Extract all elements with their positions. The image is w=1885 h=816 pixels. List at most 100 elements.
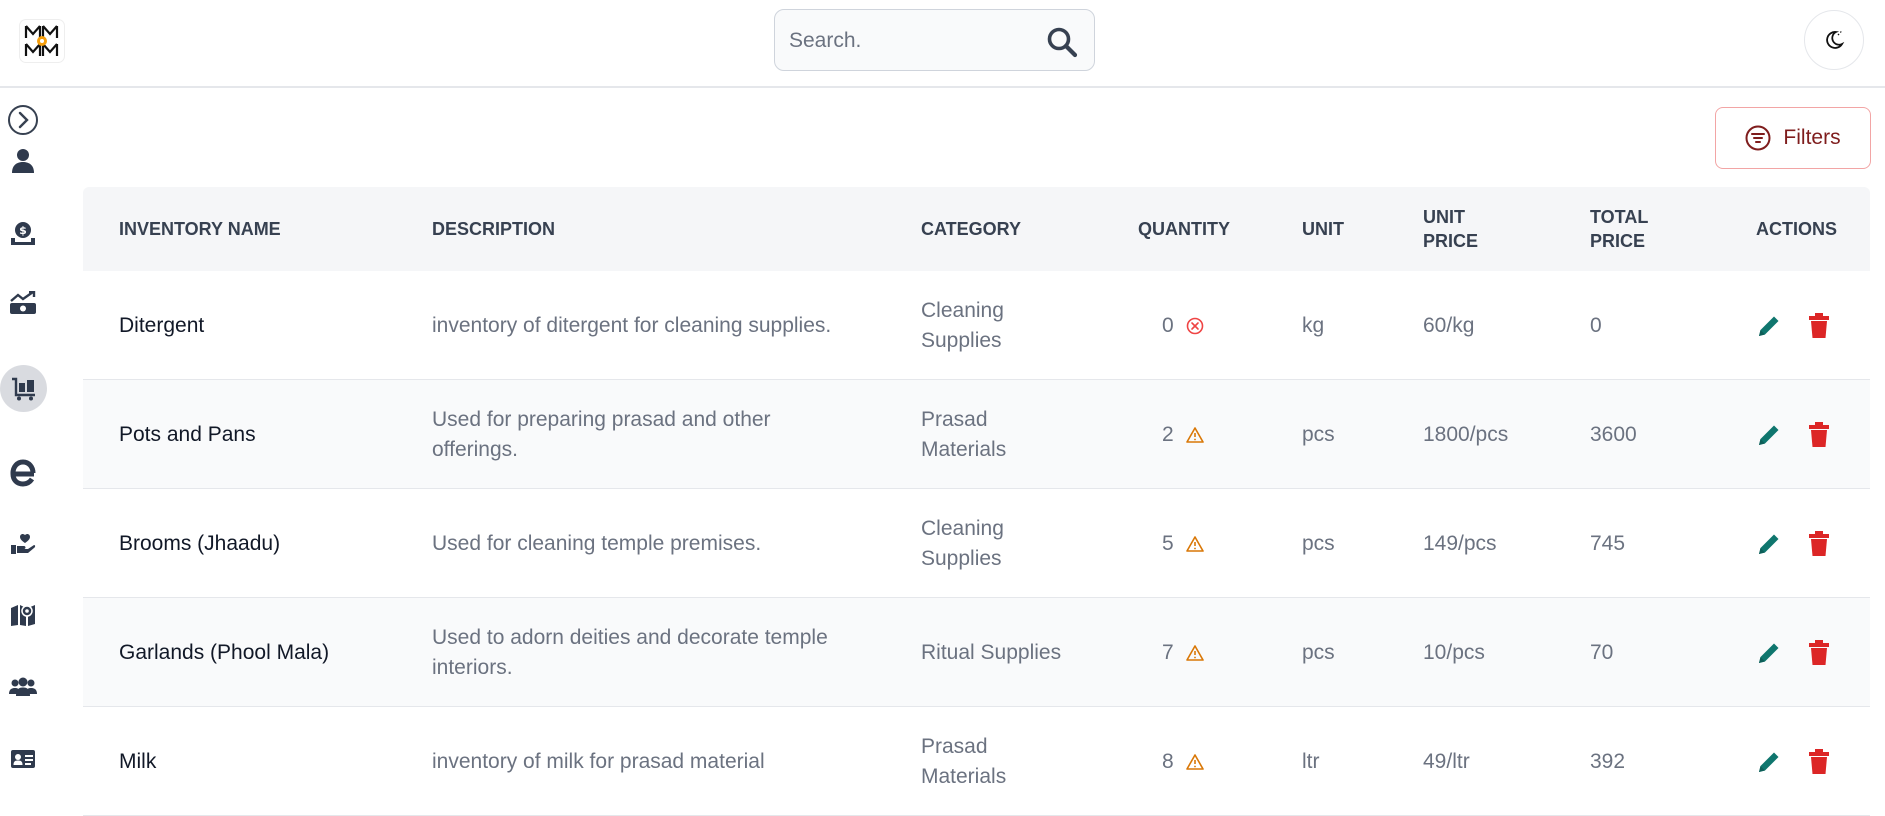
cell-unit: pcs (1302, 422, 1335, 446)
search-input[interactable] (789, 24, 1029, 58)
cell-description: inventory of ditergent for cleaning supp… (432, 271, 831, 380)
table-body: Ditergent inventory of ditergent for cle… (83, 271, 1870, 816)
sidebar-item-locations[interactable] (0, 592, 46, 638)
cell-quantity: 2 (1162, 380, 1204, 489)
low-stock-warning-icon (1185, 535, 1204, 552)
cell-category-line2: Materials (921, 764, 1007, 788)
quantity-value: 8 (1162, 749, 1174, 773)
low-stock-warning-icon (1185, 644, 1204, 661)
cell-total-price: 392 (1590, 749, 1626, 773)
delete-trash-icon[interactable] (1808, 530, 1830, 557)
header-total-price-line2: PRICE (1590, 231, 1646, 251)
cell-description: Used to adorn deities and decorate templ… (432, 598, 828, 707)
sidebar-item-finance[interactable] (0, 280, 46, 326)
header-category[interactable]: CATEGORY (921, 187, 1021, 271)
cell-description-line2: interiors. (432, 655, 513, 679)
quantity-value: 0 (1162, 313, 1174, 337)
cell-unit: ltr (1302, 749, 1320, 773)
cell-description-line1: Used to adorn deities and decorate templ… (432, 625, 828, 649)
cell-category: Prasad Materials (921, 707, 1006, 816)
delete-trash-icon[interactable] (1808, 421, 1830, 448)
header-quantity[interactable]: QUANTITY (1138, 187, 1230, 271)
hand-heart-icon (11, 533, 36, 554)
table-row: Brooms (Jhaadu) Used for cleaning temple… (83, 489, 1870, 598)
cell-description: inventory of milk for prasad material (432, 707, 765, 816)
table-row: Garlands (Phool Mala) Used to adorn deit… (83, 598, 1870, 707)
e-logo-icon (10, 459, 36, 487)
cell-name: Garlands (Phool Mala) (119, 640, 330, 664)
cell-unit: pcs (1302, 640, 1335, 664)
delete-trash-icon[interactable] (1808, 312, 1830, 339)
logo-icon (24, 25, 59, 56)
search-box (774, 9, 1095, 71)
edit-pencil-icon[interactable] (1756, 422, 1782, 448)
cell-unit: kg (1302, 313, 1325, 337)
top-bar (0, 0, 1885, 88)
sidebar-item-donations[interactable]: $ (0, 210, 46, 256)
cell-description: Used for preparing prasad and other offe… (432, 380, 771, 489)
cell-unit-price: 149/pcs (1423, 531, 1497, 555)
header-unit-price[interactable]: UNIT PRICE (1423, 187, 1478, 271)
header-inventory-name[interactable]: INVENTORY NAME (119, 187, 281, 271)
cell-name: Ditergent (119, 313, 205, 337)
moon-stars-icon (1826, 31, 1845, 49)
sidebar-item-members[interactable] (0, 664, 46, 710)
search-icon[interactable] (1046, 26, 1078, 58)
filters-button[interactable]: Filters (1715, 107, 1871, 169)
header-unit-price-line1: UNIT (1423, 207, 1465, 227)
cell-total-price: 3600 (1590, 422, 1637, 446)
cell-actions (1756, 707, 1830, 816)
svg-text:$: $ (19, 224, 27, 237)
filters-label: Filters (1783, 126, 1841, 149)
header-unit[interactable]: UNIT (1302, 187, 1344, 271)
delete-trash-icon[interactable] (1808, 639, 1830, 666)
table-row: Pots and Pans Used for preparing prasad … (83, 380, 1870, 489)
cell-category: Prasad Materials (921, 380, 1006, 489)
header-total-price-line1: TOTAL (1590, 207, 1649, 227)
theme-toggle-button[interactable] (1804, 10, 1864, 70)
cell-category-line1: Cleaning (921, 516, 1004, 540)
sidebar-item-users[interactable] (0, 138, 46, 184)
cell-name: Milk (119, 749, 157, 773)
cell-category-line2: Materials (921, 437, 1007, 461)
cell-category: Cleaning Supplies (921, 489, 1004, 598)
cell-unit-price: 49/ltr (1423, 749, 1470, 773)
cell-quantity: 0 (1162, 271, 1204, 380)
users-group-icon (9, 677, 37, 696)
table-row: Milk inventory of milk for prasad materi… (83, 707, 1870, 816)
delete-trash-icon[interactable] (1808, 748, 1830, 775)
quantity-value: 7 (1162, 640, 1174, 664)
sidebar-item-inventory[interactable] (0, 365, 47, 412)
cell-actions (1756, 489, 1830, 598)
inventory-table: INVENTORY NAME DESCRIPTION CATEGORY QUAN… (83, 187, 1870, 816)
sidebar-item-seva[interactable] (0, 521, 46, 567)
header-description[interactable]: DESCRIPTION (432, 187, 555, 271)
finance-chart-icon (10, 291, 36, 314)
header-total-price[interactable]: TOTAL PRICE (1590, 187, 1648, 271)
filter-icon (1745, 125, 1771, 151)
inventory-cart-icon (11, 377, 35, 400)
cell-total-price: 745 (1590, 531, 1626, 555)
sidebar: $ (0, 90, 47, 813)
cell-category: Ritual Supplies (921, 598, 1061, 707)
edit-pencil-icon[interactable] (1756, 531, 1782, 557)
low-stock-warning-icon (1185, 753, 1204, 770)
edit-pencil-icon[interactable] (1756, 313, 1782, 339)
sidebar-item-id-cards[interactable] (0, 736, 46, 782)
id-card-icon (11, 750, 35, 768)
map-icon (11, 605, 35, 626)
cell-total-price: 0 (1590, 313, 1602, 337)
header-actions: ACTIONS (1756, 219, 1837, 239)
app-logo[interactable] (20, 20, 64, 62)
cell-quantity: 5 (1162, 489, 1204, 598)
cell-unit-price: 10/pcs (1423, 640, 1485, 664)
edit-pencil-icon[interactable] (1756, 749, 1782, 775)
quantity-value: 5 (1162, 531, 1174, 555)
cell-quantity: 8 (1162, 707, 1204, 816)
cell-category-line1: Ritual Supplies (921, 640, 1062, 664)
sidebar-item-e-services[interactable] (0, 450, 46, 496)
edit-pencil-icon[interactable] (1756, 640, 1782, 666)
sidebar-expand-toggle[interactable] (0, 97, 46, 143)
donation-icon: $ (11, 222, 35, 245)
cell-category-line2: Supplies (921, 328, 1002, 352)
